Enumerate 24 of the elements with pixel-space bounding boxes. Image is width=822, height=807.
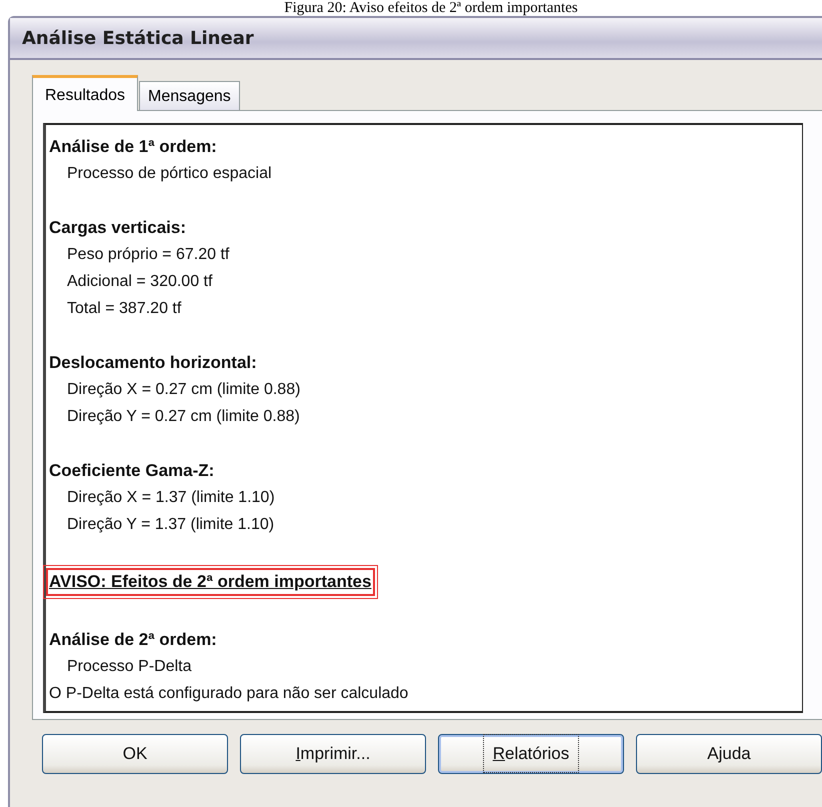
section-heading: Cargas verticais:: [49, 217, 188, 239]
result-line: Direção Y = 0.27 cm (limite 0.88): [66, 407, 301, 427]
dialog-button[interactable]: Relatórios: [438, 734, 624, 774]
section-heading: Deslocamento horizontal:: [49, 352, 258, 374]
dialog-button[interactable]: OK: [42, 734, 228, 774]
dialog-button[interactable]: Imprimir...: [240, 734, 426, 774]
figure-caption: Figura 20: Aviso efeitos de 2ª ordem importantes: [284, 0, 578, 16]
result-line: Total = 387.20 tf: [66, 299, 182, 319]
tab[interactable]: Resultados: [32, 75, 138, 111]
result-line: Adicional = 320.00 tf: [66, 272, 214, 292]
window-title: Análise Estática Linear: [22, 28, 254, 48]
result-line: O P-Delta está configurado para não ser calculado: [49, 684, 410, 704]
section-heading: Coeficiente Gama-Z:: [49, 460, 216, 482]
result-line: Processo P-Delta: [66, 657, 192, 677]
warning-text: AVISO: Efeitos de 2ª ordem importantes: [46, 568, 376, 596]
result-line: Direção X = 1.37 (limite 1.10): [66, 488, 276, 508]
result-line: Direção Y = 1.37 (limite 1.10): [66, 515, 276, 535]
section-heading: Análise de 1ª ordem:: [49, 136, 218, 158]
result-line: Peso próprio = 67.20 tf: [66, 245, 230, 265]
dialog-button[interactable]: Ajuda: [636, 734, 822, 774]
result-line: Processo de pórtico espacial: [66, 164, 273, 184]
tab[interactable]: Mensagens: [139, 81, 240, 110]
result-line: Direção X = 0.27 cm (limite 0.88): [66, 380, 302, 400]
section-heading: Análise de 2ª ordem:: [49, 629, 218, 651]
